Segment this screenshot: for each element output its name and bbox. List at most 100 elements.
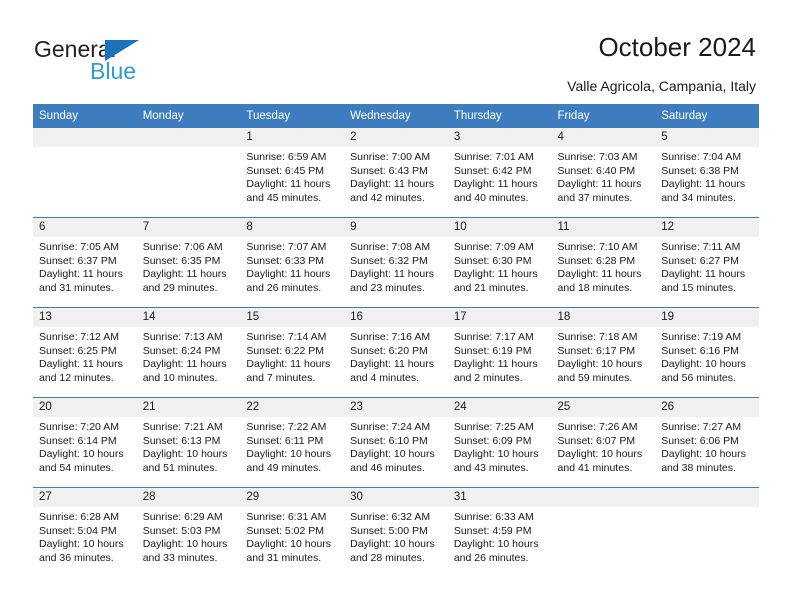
day-info-line: Daylight: 11 hours [39,268,123,281]
calendar-day-cell[interactable]: 4 Sunrise: 7:03 AM Sunset: 6:40 PM Daylight… [551,127,656,218]
day-info-line: Sunset: 6:19 PM [453,344,532,357]
calendar-empty-cell [655,487,759,577]
day-number: 1 [240,128,345,147]
weekday-header-wednesday: Wednesday [344,104,448,128]
day-info-line: Daylight: 11 hours [246,178,331,191]
day-info-line: and 59 minutes. [557,371,633,384]
weekday-header-thursday: Thursday [447,104,552,128]
calendar-day-cell[interactable]: 26 Sunrise: 7:27 AM Sunset: 6:06 PM Dayligh… [655,397,759,488]
day-info-line: and 2 minutes. [453,371,523,384]
calendar-day-cell[interactable]: 20 Sunrise: 7:20 AM Sunset: 6:14 PM Dayligh… [33,397,137,488]
page-title: October 2024 [598,32,756,62]
day-info-line: Sunrise: 7:04 AM [661,151,742,163]
weekday-header-friday: Friday [551,104,656,128]
day-info-line: Sunrise: 6:33 AM [453,511,534,523]
day-info-line: Sunrise: 7:01 AM [453,151,534,163]
calendar-day-cell[interactable]: 30 Sunrise: 6:32 AM Sunset: 5:00 PM Dayligh… [344,487,448,577]
calendar-empty-cell [136,127,241,218]
calendar-day-cell[interactable]: 27 Sunrise: 6:28 AM Sunset: 5:04 PM Dayligh… [33,487,137,577]
day-info-line: and 15 minutes. [661,281,736,294]
day-info-line: Sunset: 6:16 PM [661,344,739,357]
calendar-day-cell[interactable]: 3 Sunrise: 7:01 AM Sunset: 6:42 PM Daylight… [447,127,552,218]
calendar-day-cell[interactable]: 25 Sunrise: 7:26 AM Sunset: 6:07 PM Dayligh… [551,397,656,488]
day-info-line: Sunset: 6:32 PM [350,254,428,267]
day-sun-info: Sunrise: 7:04 AM Sunset: 6:38 PM Daylight:… [655,147,759,205]
day-info-line: Sunrise: 6:29 AM [142,511,223,523]
day-number: 2 [344,128,448,147]
calendar-day-cell[interactable]: 24 Sunrise: 7:25 AM Sunset: 6:09 PM Dayligh… [447,397,552,488]
calendar-day-cell[interactable]: 16 Sunrise: 7:16 AM Sunset: 6:20 PM Dayligh… [344,307,448,398]
calendar-day-cell[interactable]: 5 Sunrise: 7:04 AM Sunset: 6:38 PM Daylight… [655,127,759,218]
calendar-day-cell[interactable]: 29 Sunrise: 6:31 AM Sunset: 5:02 PM Dayligh… [240,487,345,577]
day-info-line: Sunrise: 7:16 AM [350,331,431,343]
day-sun-info: Sunrise: 7:05 AM Sunset: 6:37 PM Daylight:… [33,237,137,295]
calendar-day-cell[interactable]: 31 Sunrise: 6:33 AM Sunset: 4:59 PM Dayligh… [447,487,552,577]
day-info-line: Daylight: 10 hours [557,448,643,461]
day-info-line: and 7 minutes. [246,371,316,384]
calendar-day-cell[interactable]: 13 Sunrise: 7:12 AM Sunset: 6:25 PM Dayligh… [33,307,137,398]
day-number: 29 [240,488,345,507]
calendar-day-cell[interactable]: 14 Sunrise: 7:13 AM Sunset: 6:24 PM Dayligh… [136,307,241,398]
weekday-header-sunday: Sunday [33,104,137,128]
calendar-day-cell[interactable]: 12 Sunrise: 7:11 AM Sunset: 6:27 PM Dayligh… [655,217,759,308]
day-sun-info: Sunrise: 7:21 AM Sunset: 6:13 PM Daylight:… [137,417,241,475]
day-number: 6 [33,218,137,237]
weekday-header-monday: Monday [136,104,241,128]
calendar-day-cell[interactable]: 9 Sunrise: 7:08 AM Sunset: 6:32 PM Daylight… [344,217,448,308]
calendar-day-cell[interactable]: 17 Sunrise: 7:17 AM Sunset: 6:19 PM Dayligh… [447,307,552,398]
calendar-empty-cell [33,127,137,218]
day-number: 31 [447,488,552,507]
day-info-line: Sunset: 5:00 PM [350,524,428,537]
day-info-line: and 41 minutes. [557,461,633,474]
day-info-line: Sunset: 6:27 PM [661,254,739,267]
calendar-day-cell[interactable]: 22 Sunrise: 7:22 AM Sunset: 6:11 PM Dayligh… [240,397,345,488]
day-info-line: Daylight: 10 hours [246,448,332,461]
calendar-day-cell[interactable]: 18 Sunrise: 7:18 AM Sunset: 6:17 PM Dayligh… [551,307,656,398]
weekday-header-row: Sunday Monday Tuesday Wednesday Thursday… [33,104,759,128]
day-info-line: Daylight: 11 hours [246,358,331,371]
calendar-day-cell[interactable]: 23 Sunrise: 7:24 AM Sunset: 6:10 PM Dayligh… [344,397,448,488]
calendar-day-cell[interactable]: 11 Sunrise: 7:10 AM Sunset: 6:28 PM Dayligh… [551,217,656,308]
day-info-line: and 37 minutes. [557,191,633,204]
day-info-line: and 29 minutes. [142,281,218,294]
day-info-line: Sunrise: 7:00 AM [350,151,431,163]
day-info-line: and 40 minutes. [453,191,529,204]
day-info-line: and 34 minutes. [661,191,736,204]
day-info-line: Daylight: 11 hours [661,178,746,191]
day-info-line: Sunset: 6:20 PM [350,344,428,357]
day-sun-info: Sunrise: 6:29 AM Sunset: 5:03 PM Daylight:… [137,507,241,565]
calendar-day-cell[interactable]: 8 Sunrise: 7:07 AM Sunset: 6:33 PM Daylight… [240,217,345,308]
day-info-line: and 33 minutes. [142,551,218,564]
calendar-day-cell[interactable]: 2 Sunrise: 7:00 AM Sunset: 6:43 PM Daylight… [344,127,448,218]
day-info-line: Daylight: 10 hours [39,448,124,461]
general-blue-logo[interactable]: General Blue [34,36,254,88]
calendar-week-row: 1 Sunrise: 6:59 AM Sunset: 6:45 PM Daylight… [33,127,759,218]
day-number: 7 [136,218,241,237]
day-sun-info: Sunrise: 6:28 AM Sunset: 5:04 PM Daylight:… [33,507,137,565]
day-sun-info: Sunrise: 6:59 AM Sunset: 6:45 PM Daylight:… [240,147,344,205]
day-info-line: Sunset: 6:11 PM [246,434,324,447]
day-info-line: and 18 minutes. [557,281,633,294]
day-info-line: Daylight: 11 hours [453,178,538,191]
day-info-line: Sunset: 6:42 PM [453,164,532,177]
calendar-day-cell[interactable]: 10 Sunrise: 7:09 AM Sunset: 6:30 PM Dayligh… [447,217,552,308]
calendar-day-cell[interactable]: 28 Sunrise: 6:29 AM Sunset: 5:03 PM Dayligh… [136,487,241,577]
day-info-line: Sunrise: 6:32 AM [350,511,431,523]
day-number: 16 [344,308,448,327]
day-info-line: and 4 minutes. [350,371,419,384]
day-info-line: and 36 minutes. [39,551,114,564]
weekday-header-saturday: Saturday [655,104,759,128]
logo-text-blue: Blue [90,58,137,84]
day-info-line: and 23 minutes. [350,281,425,294]
day-info-line: and 49 minutes. [246,461,322,474]
calendar-day-cell[interactable]: 6 Sunrise: 7:05 AM Sunset: 6:37 PM Daylight… [33,217,137,308]
calendar-day-cell[interactable]: 1 Sunrise: 6:59 AM Sunset: 6:45 PM Daylight… [240,127,345,218]
calendar-day-cell[interactable]: 21 Sunrise: 7:21 AM Sunset: 6:13 PM Dayligh… [136,397,241,488]
calendar-body: 1 Sunrise: 6:59 AM Sunset: 6:45 PM Daylight… [33,127,759,577]
calendar-day-cell[interactable]: 15 Sunrise: 7:14 AM Sunset: 6:22 PM Dayligh… [240,307,345,398]
day-number: 11 [551,218,656,237]
page-subtitle: Valle Agricola, Campania, Italy [567,78,756,94]
calendar-day-cell[interactable]: 7 Sunrise: 7:06 AM Sunset: 6:35 PM Daylight… [136,217,241,308]
calendar-day-cell[interactable]: 19 Sunrise: 7:19 AM Sunset: 6:16 PM Dayligh… [655,307,759,398]
day-info-line: Daylight: 10 hours [661,448,746,461]
